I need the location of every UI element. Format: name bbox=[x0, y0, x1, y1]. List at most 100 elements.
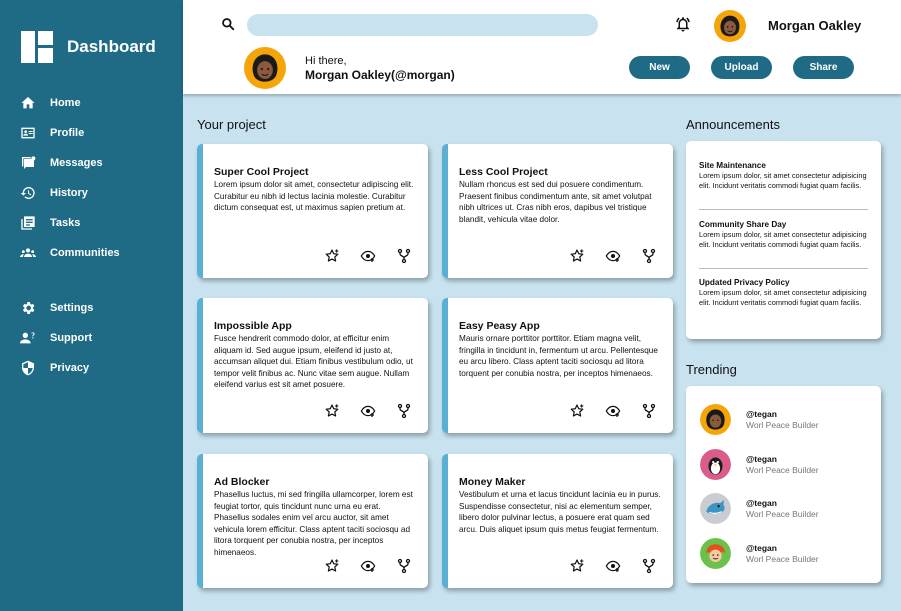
star-icon[interactable] bbox=[569, 558, 585, 574]
fork-icon[interactable] bbox=[641, 558, 657, 574]
project-title: Less Cool Project bbox=[459, 166, 548, 178]
announcement-text: Lorem ipsum dolor, sit amet consectetur … bbox=[699, 288, 867, 307]
message-icon bbox=[22, 156, 36, 169]
dashboard-logo-icon bbox=[21, 31, 53, 63]
project-actions bbox=[304, 558, 412, 574]
project-description: Nullam rhoncus est sed dui posuere condi… bbox=[459, 180, 652, 224]
watch-icon[interactable] bbox=[605, 403, 621, 419]
trending-subtitle: Worl Peace Builder bbox=[746, 509, 819, 519]
project-card[interactable]: Super Cool Project Lorem ipsum dolor sit … bbox=[197, 144, 428, 278]
project-actions bbox=[549, 403, 657, 419]
announcement-title: Updated Privacy Policy bbox=[699, 278, 790, 287]
trending-item[interactable]: @tegan Worl Peace Builder bbox=[700, 449, 819, 480]
trending-item[interactable]: @tegan Worl Peace Builder bbox=[700, 404, 819, 435]
sidebar: Dashboard Home Profile Messages History … bbox=[0, 0, 183, 611]
announcement-title: Site Maintenance bbox=[699, 161, 766, 170]
sidebar-item-label: Communities bbox=[50, 247, 120, 259]
project-card[interactable]: Easy Peasy App Mauris ornare porttitor po… bbox=[442, 298, 673, 433]
project-description: Vestibulum et urna et lacus tincidunt la… bbox=[459, 490, 661, 534]
star-icon[interactable] bbox=[324, 558, 340, 574]
sidebar-item-label: History bbox=[50, 187, 88, 199]
search-input[interactable] bbox=[247, 14, 598, 36]
watch-icon[interactable] bbox=[360, 558, 376, 574]
group-icon bbox=[20, 248, 36, 257]
bell-icon[interactable] bbox=[674, 15, 692, 33]
watch-icon[interactable] bbox=[605, 248, 621, 264]
watch-icon[interactable] bbox=[360, 403, 376, 419]
trending-handle: @tegan bbox=[746, 543, 777, 553]
star-icon[interactable] bbox=[324, 403, 340, 419]
shield-icon bbox=[22, 360, 34, 376]
project-card[interactable]: Impossible App Fusce hendrerit commodo do… bbox=[197, 298, 428, 433]
star-icon[interactable] bbox=[569, 248, 585, 264]
sidebar-item-history[interactable]: History bbox=[0, 178, 183, 208]
announcement-title: Community Share Day bbox=[699, 220, 787, 229]
project-title: Super Cool Project bbox=[214, 166, 309, 178]
brand-title: Dashboard bbox=[67, 37, 156, 56]
share-button[interactable]: Share bbox=[793, 56, 854, 79]
watch-icon[interactable] bbox=[360, 248, 376, 264]
project-card[interactable]: Less Cool Project Nullam rhoncus est sed … bbox=[442, 144, 673, 278]
sidebar-item-label: Messages bbox=[50, 157, 103, 169]
announcement-item[interactable]: Site Maintenance Lorem ipsum dolor, sit … bbox=[699, 161, 869, 191]
project-title: Impossible App bbox=[214, 320, 292, 332]
sidebar-item-label: Support bbox=[50, 332, 93, 344]
project-description: Phasellus luctus, mi sed fringilla ullam… bbox=[214, 490, 413, 557]
project-title: Easy Peasy App bbox=[459, 320, 540, 332]
avatar bbox=[700, 538, 731, 569]
sidebar-item-label: Settings bbox=[50, 302, 94, 314]
announcement-item[interactable]: Community Share Day Lorem ipsum dolor, s… bbox=[699, 220, 869, 250]
sidebar-item-label: Profile bbox=[50, 127, 85, 139]
avatar[interactable] bbox=[714, 10, 746, 42]
new-button[interactable]: New bbox=[629, 56, 690, 79]
sidebar-item-messages[interactable]: Messages bbox=[0, 148, 183, 178]
profile-avatar bbox=[244, 47, 286, 89]
project-actions bbox=[549, 558, 657, 574]
project-description: Lorem ipsum dolor sit amet, consectetur … bbox=[214, 180, 414, 212]
fork-icon[interactable] bbox=[641, 403, 657, 419]
trending-item[interactable]: @tegan Worl Peace Builder bbox=[700, 538, 819, 569]
trending-handle: @tegan bbox=[746, 498, 777, 508]
sidebar-item-label: Tasks bbox=[50, 217, 81, 229]
sidebar-item-communities[interactable]: Communities bbox=[0, 238, 183, 268]
greeting-user-name: Morgan Oakley(@morgan) bbox=[305, 68, 455, 82]
avatar bbox=[700, 449, 731, 480]
fork-icon[interactable] bbox=[396, 248, 412, 264]
header: Morgan Oakley Hi there, Morgan Oakley(@m… bbox=[183, 0, 901, 94]
avatar bbox=[700, 404, 731, 435]
project-card[interactable]: Money Maker Vestibulum et urna et lacus t… bbox=[442, 454, 673, 588]
project-description: Mauris ornare porttitor porttitor. Etiam… bbox=[459, 334, 658, 378]
sidebar-item-home[interactable]: Home bbox=[0, 88, 183, 118]
divider bbox=[699, 209, 868, 210]
announcement-item[interactable]: Updated Privacy Policy Lorem ipsum dolor… bbox=[699, 278, 869, 308]
sidebar-item-tasks[interactable]: Tasks bbox=[0, 208, 183, 238]
search-icon[interactable] bbox=[221, 17, 235, 31]
gear-icon bbox=[22, 302, 35, 314]
user-name[interactable]: Morgan Oakley bbox=[768, 18, 861, 33]
announcement-text: Lorem ipsum dolor, sit amet consectetur … bbox=[699, 230, 867, 249]
star-icon[interactable] bbox=[569, 403, 585, 419]
trending-item[interactable]: @tegan Worl Peace Builder bbox=[700, 493, 819, 524]
fork-icon[interactable] bbox=[396, 403, 412, 419]
sidebar-item-support[interactable]: Support bbox=[0, 323, 183, 353]
upload-button[interactable]: Upload bbox=[711, 56, 772, 79]
sidebar-item-privacy[interactable]: Privacy bbox=[0, 353, 183, 383]
support-icon bbox=[20, 332, 35, 344]
trending-subtitle: Worl Peace Builder bbox=[746, 420, 819, 430]
fork-icon[interactable] bbox=[396, 558, 412, 574]
sidebar-item-profile[interactable]: Profile bbox=[0, 118, 183, 148]
trending-subtitle: Worl Peace Builder bbox=[746, 465, 819, 475]
brand[interactable]: Dashboard bbox=[21, 31, 156, 63]
sidebar-item-label: Home bbox=[50, 97, 81, 109]
watch-icon[interactable] bbox=[605, 558, 621, 574]
sidebar-nav: Home Profile Messages History Tasks Comm… bbox=[0, 88, 183, 268]
fork-icon[interactable] bbox=[641, 248, 657, 264]
sidebar-item-settings[interactable]: Settings bbox=[0, 293, 183, 323]
star-icon[interactable] bbox=[324, 248, 340, 264]
project-actions bbox=[549, 248, 657, 264]
project-title: Money Maker bbox=[459, 476, 526, 488]
project-card[interactable]: Ad Blocker Phasellus luctus, mi sed fring… bbox=[197, 454, 428, 588]
trending-handle: @tegan bbox=[746, 454, 777, 464]
project-description: Fusce hendrerit commodo dolor, at effici… bbox=[214, 334, 413, 389]
announcements-heading: Announcements bbox=[686, 117, 780, 132]
